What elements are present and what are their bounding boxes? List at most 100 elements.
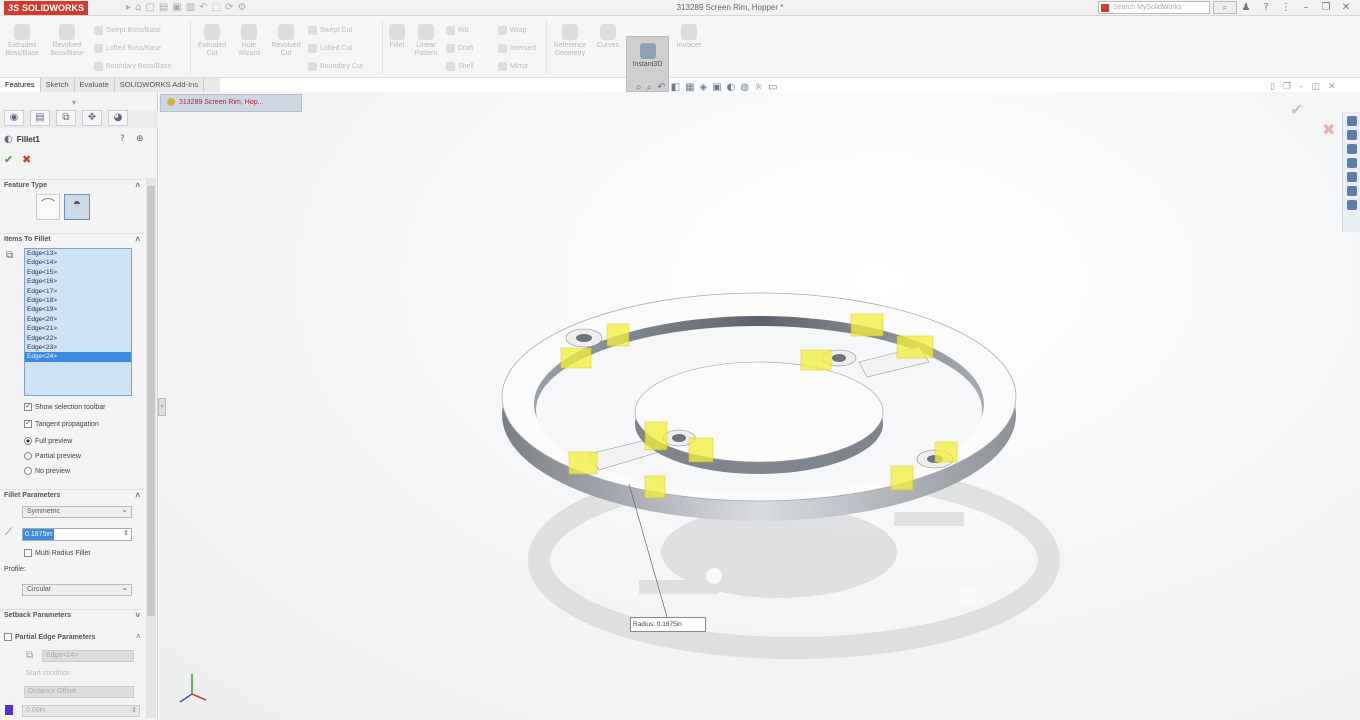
dimxpert-icon[interactable]: ✥ [82, 110, 102, 126]
partial-preview-radio[interactable]: Partial preview [24, 452, 81, 460]
edge-list-item[interactable]: Edge<21> [25, 324, 131, 333]
extruded-boss-button[interactable]: Extruded Boss/Base [4, 24, 40, 58]
menu-arrow-icon[interactable]: ▸ [126, 1, 131, 15]
setback-parameters-header[interactable]: Setback Parameters ˅ [0, 609, 144, 621]
symmetric-dropdown[interactable]: Symmetric [22, 505, 132, 518]
screen-rim-part[interactable] [501, 292, 1017, 521]
print-icon[interactable]: ▥ [186, 1, 195, 15]
restore-view-icon[interactable]: ❐ [1283, 82, 1291, 92]
extruded-cut-button[interactable]: Extruded Cut [194, 24, 230, 58]
linear-pattern-button[interactable]: Linear Pattern [410, 24, 442, 58]
panel-scrollbar[interactable] [146, 178, 156, 718]
boundary-cut-button[interactable]: Boundary Cut [308, 62, 363, 71]
new-file-icon[interactable]: ▢ [145, 1, 154, 15]
shell-button[interactable]: Shell [446, 62, 474, 71]
select-icon[interactable]: ⬚ [212, 1, 221, 15]
edge-list-item[interactable]: Edge<19> [25, 305, 131, 314]
save-icon[interactable]: ▣ [172, 1, 181, 15]
variable-size-fillet-button[interactable]: ◓ [64, 194, 90, 220]
display-style-icon[interactable]: ▣ [712, 82, 721, 94]
restore-icon[interactable]: ❐ [1320, 0, 1332, 15]
radius-input[interactable]: 0.1875in ⇕ [22, 528, 132, 541]
apply-scene-icon[interactable]: ☼ [754, 82, 763, 94]
display-manager-icon[interactable]: ◕ [108, 110, 128, 126]
edge-list-item[interactable]: Edge<17> [25, 287, 131, 296]
confirm-corner-ok-icon[interactable]: ✔ [1290, 100, 1303, 119]
view-orientation-icon[interactable]: ◈ [700, 82, 708, 94]
intersect-button[interactable]: Intersect [498, 44, 537, 53]
custom-properties-icon[interactable] [1346, 186, 1357, 196]
tangent-propagation-checkbox[interactable]: ✓ Tangent propagation [24, 420, 99, 428]
options-gear-icon[interactable]: ⚙ [237, 1, 246, 15]
radius-callout[interactable]: Radius: 0.1875in [630, 617, 706, 632]
model-view[interactable] [159, 92, 1360, 720]
partial-edge-checkbox[interactable]: Partial Edge Parameters [4, 633, 96, 641]
property-manager-icon[interactable]: ▤ [30, 110, 50, 126]
edge-list-item[interactable]: Edge<24> [25, 352, 131, 362]
swept-boss-button[interactable]: Swept Boss/Base [94, 26, 161, 35]
profile-dropdown[interactable]: Circular [22, 583, 132, 596]
rebuild-icon[interactable]: ⟳ [225, 1, 233, 15]
distance-offset-dropdown[interactable]: Distance Offset [24, 686, 134, 698]
tab-addins[interactable]: SOLIDWORKS Add-Ins [115, 78, 205, 92]
appearances-icon[interactable] [1346, 172, 1357, 182]
section-view-icon[interactable]: ◧ [671, 82, 680, 94]
graphics-area[interactable] [159, 92, 1360, 720]
view-palette-icon[interactable] [1346, 158, 1357, 168]
user-icon[interactable]: ♟ [1240, 0, 1252, 15]
edge-list-item[interactable]: Edge<13> [25, 249, 131, 258]
confirm-corner-cancel-icon[interactable]: ✖ [1322, 120, 1335, 139]
tab-features[interactable]: Features [0, 78, 41, 92]
hole-wizard-button[interactable]: Hole Wizard [232, 24, 266, 58]
forum-icon[interactable] [1346, 200, 1357, 210]
lofted-cut-button[interactable]: Lofted Cut [308, 44, 352, 53]
scrollbar-thumb[interactable] [147, 186, 155, 616]
edges-list[interactable]: Edge<13> Edge<14> Edge<15> Edge<16> Edge<17>… [24, 248, 132, 396]
hide-show-icon[interactable]: ◐ [727, 82, 736, 94]
zoom-area-icon[interactable]: ⌕ [647, 82, 653, 94]
full-preview-radio[interactable]: Full preview [24, 437, 72, 445]
spin-icon[interactable]: ⇕ [123, 529, 129, 537]
zoom-to-fit-icon[interactable]: ⌕ [636, 82, 642, 94]
ok-button[interactable]: ✔ [4, 153, 13, 166]
open-file-icon[interactable]: ▤ [159, 1, 168, 15]
mirror-button[interactable]: Mirror [498, 62, 528, 71]
view-settings-icon[interactable]: ▭ [768, 82, 777, 94]
reference-geometry-button[interactable]: Reference Geometry [550, 24, 590, 58]
no-preview-radio[interactable]: No preview [24, 467, 70, 475]
feature-manager-icon[interactable]: ◉ [4, 110, 24, 126]
show-selection-toolbar-checkbox[interactable]: ✓ Show selection toolbar [24, 403, 105, 411]
tab-sketch[interactable]: Sketch [41, 78, 75, 92]
revolved-boss-button[interactable]: Revolved Boss/Base [48, 24, 86, 58]
close-icon[interactable]: ✕ [1340, 0, 1352, 15]
edit-appearance-icon[interactable]: ◍ [740, 82, 749, 94]
file-explorer-icon[interactable] [1346, 144, 1357, 154]
revolved-cut-button[interactable]: Revolved Cut [268, 24, 304, 58]
configuration-manager-icon[interactable]: ⧉ [56, 110, 76, 126]
edge-list-item[interactable]: Edge<15> [25, 268, 131, 277]
search-input[interactable]: Search MySolidWorks [1098, 1, 1210, 14]
fillet-button[interactable]: Fillet [384, 24, 410, 50]
edge-list-item[interactable]: Edge<18> [25, 296, 131, 305]
panel-grip[interactable]: ▾ [72, 98, 76, 107]
edge-list-item[interactable]: Edge<16> [25, 277, 131, 286]
boundary-boss-button[interactable]: Boundary Boss/Base [94, 62, 171, 71]
search-icon[interactable]: ⌕ [1213, 1, 1237, 14]
tab-evaluate[interactable]: Evaluate [75, 78, 115, 92]
feature-tree-flyout[interactable]: 313289 Screen Rim, Hop... [160, 94, 302, 112]
edge-list-item[interactable]: Edge<20> [25, 315, 131, 324]
partial-edge-field[interactable]: Edge<24> [42, 650, 134, 662]
items-to-fillet-header[interactable]: Items To Fillet ˄ [0, 233, 144, 245]
wrap-button[interactable]: Wrap [498, 26, 527, 35]
offset-input[interactable]: 0.00in ⇕ [22, 705, 140, 717]
edge-list-item[interactable]: Edge<22> [25, 334, 131, 343]
curves-button[interactable]: Curves [594, 24, 622, 50]
maximize-view-icon[interactable]: ◫ [1312, 82, 1321, 92]
dynamic-annotation-icon[interactable]: ▦ [685, 82, 694, 94]
home-icon[interactable] [1346, 116, 1357, 126]
undo-icon[interactable]: ↶ [199, 1, 207, 15]
edge-list-item[interactable]: Edge<14> [25, 258, 131, 267]
multi-radius-checkbox[interactable]: Multi Radius Fillet [24, 549, 90, 557]
draft-button[interactable]: Draft [446, 44, 473, 53]
panel-expand-handle[interactable]: ‹ [158, 398, 166, 416]
